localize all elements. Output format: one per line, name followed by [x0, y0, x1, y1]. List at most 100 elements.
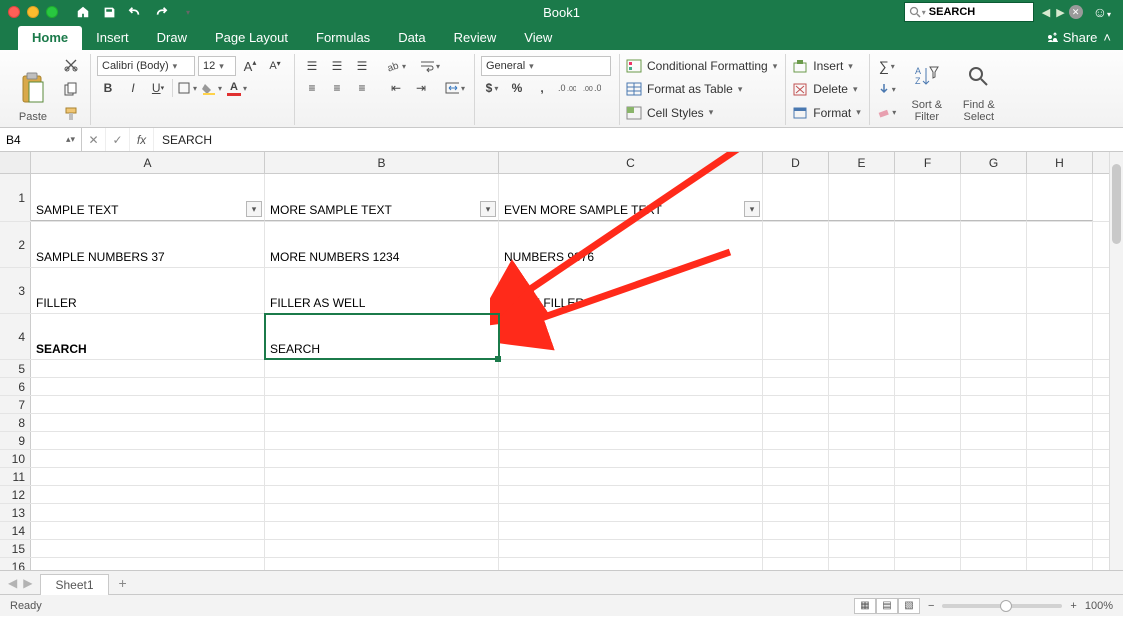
align-left-icon[interactable]: ≡ [301, 78, 323, 98]
cell[interactable]: MORE NUMBERS 1234 [265, 222, 499, 267]
orientation-icon[interactable]: ab [385, 56, 407, 76]
cell[interactable] [499, 540, 763, 557]
cell[interactable]: SEARCH [31, 314, 265, 359]
cell[interactable] [499, 468, 763, 485]
cut-icon[interactable] [60, 56, 82, 74]
cell[interactable] [1027, 540, 1093, 557]
font-color-icon[interactable]: A [226, 78, 248, 98]
row-header[interactable]: 11 [0, 468, 31, 485]
cell[interactable] [829, 222, 895, 267]
feedback-smiley-icon[interactable]: ☺▾ [1093, 4, 1111, 20]
cell[interactable] [31, 504, 265, 521]
cell[interactable] [895, 414, 961, 431]
cell[interactable] [1027, 486, 1093, 503]
cell[interactable] [961, 396, 1027, 413]
close-window-button[interactable] [8, 6, 20, 18]
cell[interactable] [895, 222, 961, 267]
cell[interactable] [1027, 558, 1093, 570]
bold-button[interactable]: B [97, 78, 119, 98]
delete-cells-button[interactable]: Delete▾ [792, 79, 861, 99]
cell[interactable] [829, 396, 895, 413]
cell[interactable] [265, 504, 499, 521]
cell[interactable] [829, 540, 895, 557]
cell[interactable] [31, 522, 265, 539]
col-header-D[interactable]: D [763, 152, 829, 173]
cell[interactable] [1027, 522, 1093, 539]
col-header-A[interactable]: A [31, 152, 265, 173]
zoom-slider[interactable] [942, 604, 1062, 608]
tab-home[interactable]: Home [18, 26, 82, 50]
cell[interactable] [1027, 222, 1093, 267]
cell[interactable]: MORE SAMPLE TEXT▾ [265, 174, 499, 221]
search-box[interactable]: ▾ [904, 2, 1034, 22]
search-input[interactable] [926, 6, 1029, 18]
cell[interactable] [829, 360, 895, 377]
row-header[interactable]: 7 [0, 396, 31, 413]
cell[interactable] [1027, 396, 1093, 413]
cell[interactable] [265, 540, 499, 557]
increase-font-icon[interactable]: A▴ [239, 56, 261, 76]
filter-dropdown-icon[interactable]: ▾ [246, 201, 262, 217]
row-header[interactable]: 14 [0, 522, 31, 539]
cell[interactable] [961, 504, 1027, 521]
row-header[interactable]: 9 [0, 432, 31, 449]
cell[interactable] [895, 540, 961, 557]
cell[interactable] [265, 396, 499, 413]
save-icon[interactable] [98, 3, 120, 21]
tab-insert[interactable]: Insert [82, 26, 143, 50]
cell[interactable]: FILLER AS WELL [265, 268, 499, 313]
cell[interactable] [31, 450, 265, 467]
cell[interactable] [961, 468, 1027, 485]
cell[interactable] [763, 468, 829, 485]
cell[interactable] [895, 486, 961, 503]
autosum-icon[interactable]: ∑ [876, 56, 898, 76]
cell[interactable] [265, 450, 499, 467]
borders-icon[interactable] [176, 78, 198, 98]
cell[interactable] [31, 468, 265, 485]
align-bottom-icon[interactable]: ☰ [351, 56, 373, 76]
cell[interactable] [961, 360, 1027, 377]
cell[interactable] [763, 522, 829, 539]
cell[interactable] [829, 450, 895, 467]
cell[interactable] [829, 174, 895, 221]
cell[interactable] [1027, 468, 1093, 485]
add-sheet-button[interactable]: + [109, 575, 137, 591]
cell[interactable] [499, 414, 763, 431]
font-name-dropdown[interactable]: Calibri (Body) [97, 56, 195, 76]
accounting-format-icon[interactable]: $ [481, 78, 503, 98]
cell[interactable] [763, 414, 829, 431]
copy-icon[interactable] [60, 80, 82, 98]
cell[interactable]: EVEN MORE SAMPLE TEXT▾ [499, 174, 763, 221]
zoom-out-button[interactable]: − [928, 600, 934, 612]
cell[interactable] [499, 378, 763, 395]
cell[interactable] [763, 378, 829, 395]
col-header-G[interactable]: G [961, 152, 1027, 173]
name-box[interactable]: B4 ▴▾ [0, 128, 82, 151]
decrease-indent-icon[interactable]: ⇤ [385, 78, 407, 98]
cell[interactable] [895, 468, 961, 485]
cell[interactable] [499, 396, 763, 413]
formula-input[interactable]: SEARCH [154, 133, 1123, 147]
fill-color-icon[interactable] [201, 78, 223, 98]
cell[interactable] [829, 414, 895, 431]
row-header[interactable]: 5 [0, 360, 31, 377]
find-select-button[interactable]: Find & Select [956, 56, 1002, 123]
tab-formulas[interactable]: Formulas [302, 26, 384, 50]
format-cells-button[interactable]: Format▾ [792, 103, 861, 123]
cell-styles-button[interactable]: Cell Styles▾ [626, 103, 777, 123]
cell[interactable] [1027, 432, 1093, 449]
sheet-nav-prev-icon[interactable]: ◀ [8, 576, 17, 590]
home-icon[interactable] [72, 3, 94, 21]
cell[interactable] [829, 268, 895, 313]
cell[interactable] [31, 540, 265, 557]
cell[interactable] [265, 486, 499, 503]
row-header[interactable]: 6 [0, 378, 31, 395]
minimize-window-button[interactable] [27, 6, 39, 18]
conditional-formatting-button[interactable]: Conditional Formatting▾ [626, 56, 777, 76]
search-clear-button[interactable]: ✕ [1069, 5, 1083, 19]
cell[interactable] [763, 222, 829, 267]
tab-review[interactable]: Review [440, 26, 511, 50]
paste-button[interactable]: Paste [12, 56, 54, 123]
cell[interactable] [961, 314, 1027, 359]
merge-center-icon[interactable] [444, 78, 466, 98]
